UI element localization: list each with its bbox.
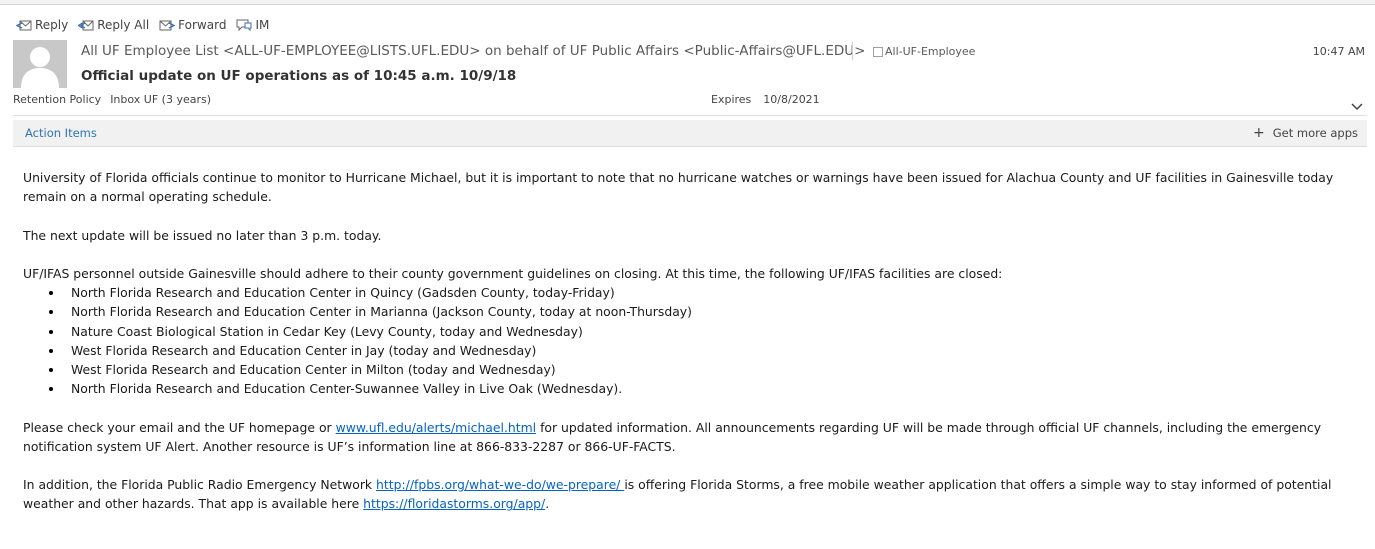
im-label: IM: [255, 18, 270, 32]
list-item: West Florida Research and Education Cent…: [49, 360, 1348, 379]
im-button[interactable]: IM: [236, 18, 269, 32]
person-silhouette-icon: [21, 47, 59, 88]
instant-message-icon: [236, 19, 252, 32]
reply-all-button[interactable]: Reply All: [78, 18, 149, 32]
header-rule: [13, 115, 1367, 116]
header-divider: [852, 42, 853, 60]
forward-label: Forward: [178, 18, 227, 32]
message-body: University of Florida officials continue…: [23, 168, 1348, 514]
retention-value: Inbox UF (3 years): [110, 93, 212, 106]
reply-all-label: Reply All: [97, 18, 150, 32]
list-item: North Florida Research and Education Cen…: [49, 379, 1348, 398]
received-time: 10:47 AM: [1312, 45, 1365, 58]
action-bar: Action Items + Get more apps: [13, 120, 1367, 147]
reply-icon: [16, 20, 32, 31]
expires-value: 10/8/2021: [763, 93, 820, 106]
closures-list: North Florida Research and Education Cen…: [23, 283, 1348, 398]
reply-all-icon: [78, 20, 94, 31]
chevron-down-icon: [1351, 103, 1363, 111]
sender-avatar: [13, 40, 67, 88]
get-more-apps-label: Get more apps: [1272, 126, 1358, 140]
get-more-apps-button[interactable]: + Get more apps: [1253, 126, 1358, 140]
body-paragraph: The next update will be issued no later …: [23, 227, 382, 243]
fpbs-link[interactable]: http://fpbs.org/what-we-do/we-prepare/: [376, 477, 624, 492]
list-item: North Florida Research and Education Cen…: [49, 283, 1348, 302]
retention-label: Retention Policy: [13, 93, 102, 106]
sender-line: All UF Employee List <ALL-UF-EMPLOYEE@LI…: [81, 43, 866, 59]
body-paragraph: UF/IFAS personnel outside Gainesville sh…: [23, 265, 1003, 281]
list-item: North Florida Research and Education Cen…: [49, 302, 1348, 321]
retention-policy: Retention Policy Inbox UF (3 years): [13, 93, 220, 106]
body-paragraph: University of Florida officials continue…: [23, 170, 1334, 205]
category-label: All-UF-Employee: [885, 45, 976, 58]
alerts-link[interactable]: www.ufl.edu/alerts/michael.html: [336, 420, 537, 435]
list-item: West Florida Research and Education Cent…: [49, 341, 1348, 360]
reply-button[interactable]: Reply: [16, 18, 68, 32]
forward-button[interactable]: Forward: [159, 18, 226, 32]
expires-info: Expires 10/8/2021: [711, 93, 832, 106]
body-paragraph: In addition, the Florida Public Radio Em…: [23, 477, 1332, 512]
message-toolbar: Reply Reply All Forward IM: [16, 16, 279, 34]
reply-label: Reply: [35, 18, 69, 32]
body-paragraph: Please check your email and the UF homep…: [23, 419, 1322, 454]
expires-label: Expires: [711, 93, 752, 106]
forward-icon: [159, 20, 176, 31]
action-items-link[interactable]: Action Items: [25, 126, 97, 140]
floridastorms-link[interactable]: https://floridastorms.org/app/: [363, 496, 545, 511]
category-checkbox-icon: [873, 46, 883, 57]
expand-header-button[interactable]: [1351, 96, 1363, 115]
message-subject: Official update on UF operations as of 1…: [81, 68, 517, 84]
category-tag[interactable]: All-UF-Employee: [873, 45, 975, 58]
window-top-edge: [0, 0, 1375, 5]
list-item: Nature Coast Biological Station in Cedar…: [49, 322, 1348, 341]
plus-icon: +: [1253, 125, 1265, 141]
